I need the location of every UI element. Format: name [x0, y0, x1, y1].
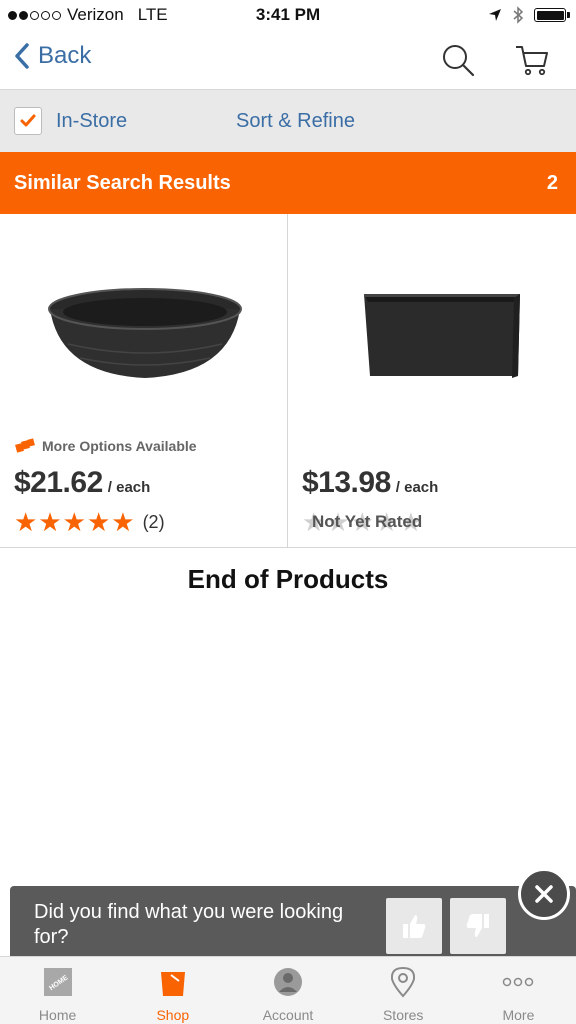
back-label: Back [38, 42, 92, 69]
nav-bar: Back [0, 30, 576, 90]
price-value: $13.98 [302, 466, 391, 499]
not-rated: ★ ★ ★ ★ ★ Not Yet Rated [302, 509, 432, 535]
battery-icon [534, 8, 570, 22]
instore-label: In-Store [56, 109, 128, 132]
status-icons [488, 6, 570, 24]
filter-bar: In-Store Sort & Refine [0, 90, 576, 152]
thumbs-up-icon [403, 915, 426, 938]
instore-toggle[interactable]: In-Store [14, 107, 127, 135]
close-icon [535, 885, 553, 903]
review-count: (2) [142, 511, 165, 532]
account-icon [271, 965, 305, 999]
tab-label: More [502, 1007, 535, 1023]
more-options: More Options Available [14, 438, 197, 454]
thumbs-down-button[interactable] [450, 898, 506, 954]
product-card[interactable]: More Options Available $21.62 / each ★ ★ ★… [0, 214, 288, 547]
results-header: Similar Search Results 2 [0, 152, 576, 214]
rating-text: Not Yet Rated [312, 512, 423, 531]
more-dots-icon [501, 965, 535, 999]
results-count: 2 [546, 172, 558, 194]
checkmark-icon [20, 114, 36, 127]
cart-icon[interactable] [514, 42, 550, 78]
product-card[interactable]: $13.98 / each ★ ★ ★ ★ ★ Not Yet Rated [288, 214, 576, 547]
tab-more[interactable]: More [461, 957, 576, 1024]
sort-refine-button[interactable]: Sort & Refine [236, 110, 355, 133]
close-feedback-button[interactable] [518, 868, 570, 920]
price-value: $21.62 [14, 466, 103, 499]
tab-label: Home [38, 1007, 77, 1023]
more-options-label: More Options Available [42, 438, 197, 454]
product-image-rectangular-planter[interactable] [308, 254, 558, 394]
bluetooth-icon [513, 6, 524, 24]
tab-account[interactable]: Account [230, 957, 345, 1024]
price-unit: / each [395, 479, 439, 496]
search-icon[interactable] [440, 42, 476, 78]
results-title: Similar Search Results [14, 172, 231, 194]
product-image-bowl-planter[interactable] [20, 254, 270, 394]
thumbs-up-button[interactable] [386, 898, 442, 954]
end-of-products: End of Products [187, 564, 389, 594]
tab-label: Stores [382, 1007, 424, 1023]
instore-checkbox[interactable] [14, 107, 42, 135]
chevron-left-icon [15, 43, 29, 69]
location-arrow-icon [489, 9, 501, 21]
tab-shop[interactable]: Shop [115, 957, 230, 1024]
feedback-question: Did you find what you were looking for? [34, 901, 344, 948]
tab-label: Account [262, 1007, 314, 1023]
back-button[interactable]: Back [14, 42, 91, 70]
rating: ★ ★ ★ ★ ★ (2) [14, 509, 165, 535]
price: $21.62 / each [14, 466, 150, 500]
tab-label: Shop [156, 1007, 190, 1023]
tab-home[interactable]: HOME Home [0, 957, 115, 1024]
tab-stores[interactable]: Stores [346, 957, 461, 1024]
price: $13.98 / each [302, 466, 438, 500]
options-icon [15, 438, 35, 453]
feedback-banner: Did you find what you were looking for? [10, 886, 576, 956]
star-rating-icon: ★ ★ ★ ★ ★ [14, 507, 135, 537]
bucket-icon [156, 965, 190, 999]
location-pin-icon [386, 965, 420, 999]
status-bar: Verizon LTE 3:41 PM [0, 0, 576, 30]
price-unit: / each [107, 479, 151, 496]
product-grid: More Options Available $21.62 / each ★ ★ ★… [0, 214, 576, 548]
tab-bar: HOME Home Shop Account Stores More [0, 956, 576, 1024]
home-depot-logo-icon: HOME [41, 965, 75, 999]
thumbs-down-icon [466, 914, 489, 937]
